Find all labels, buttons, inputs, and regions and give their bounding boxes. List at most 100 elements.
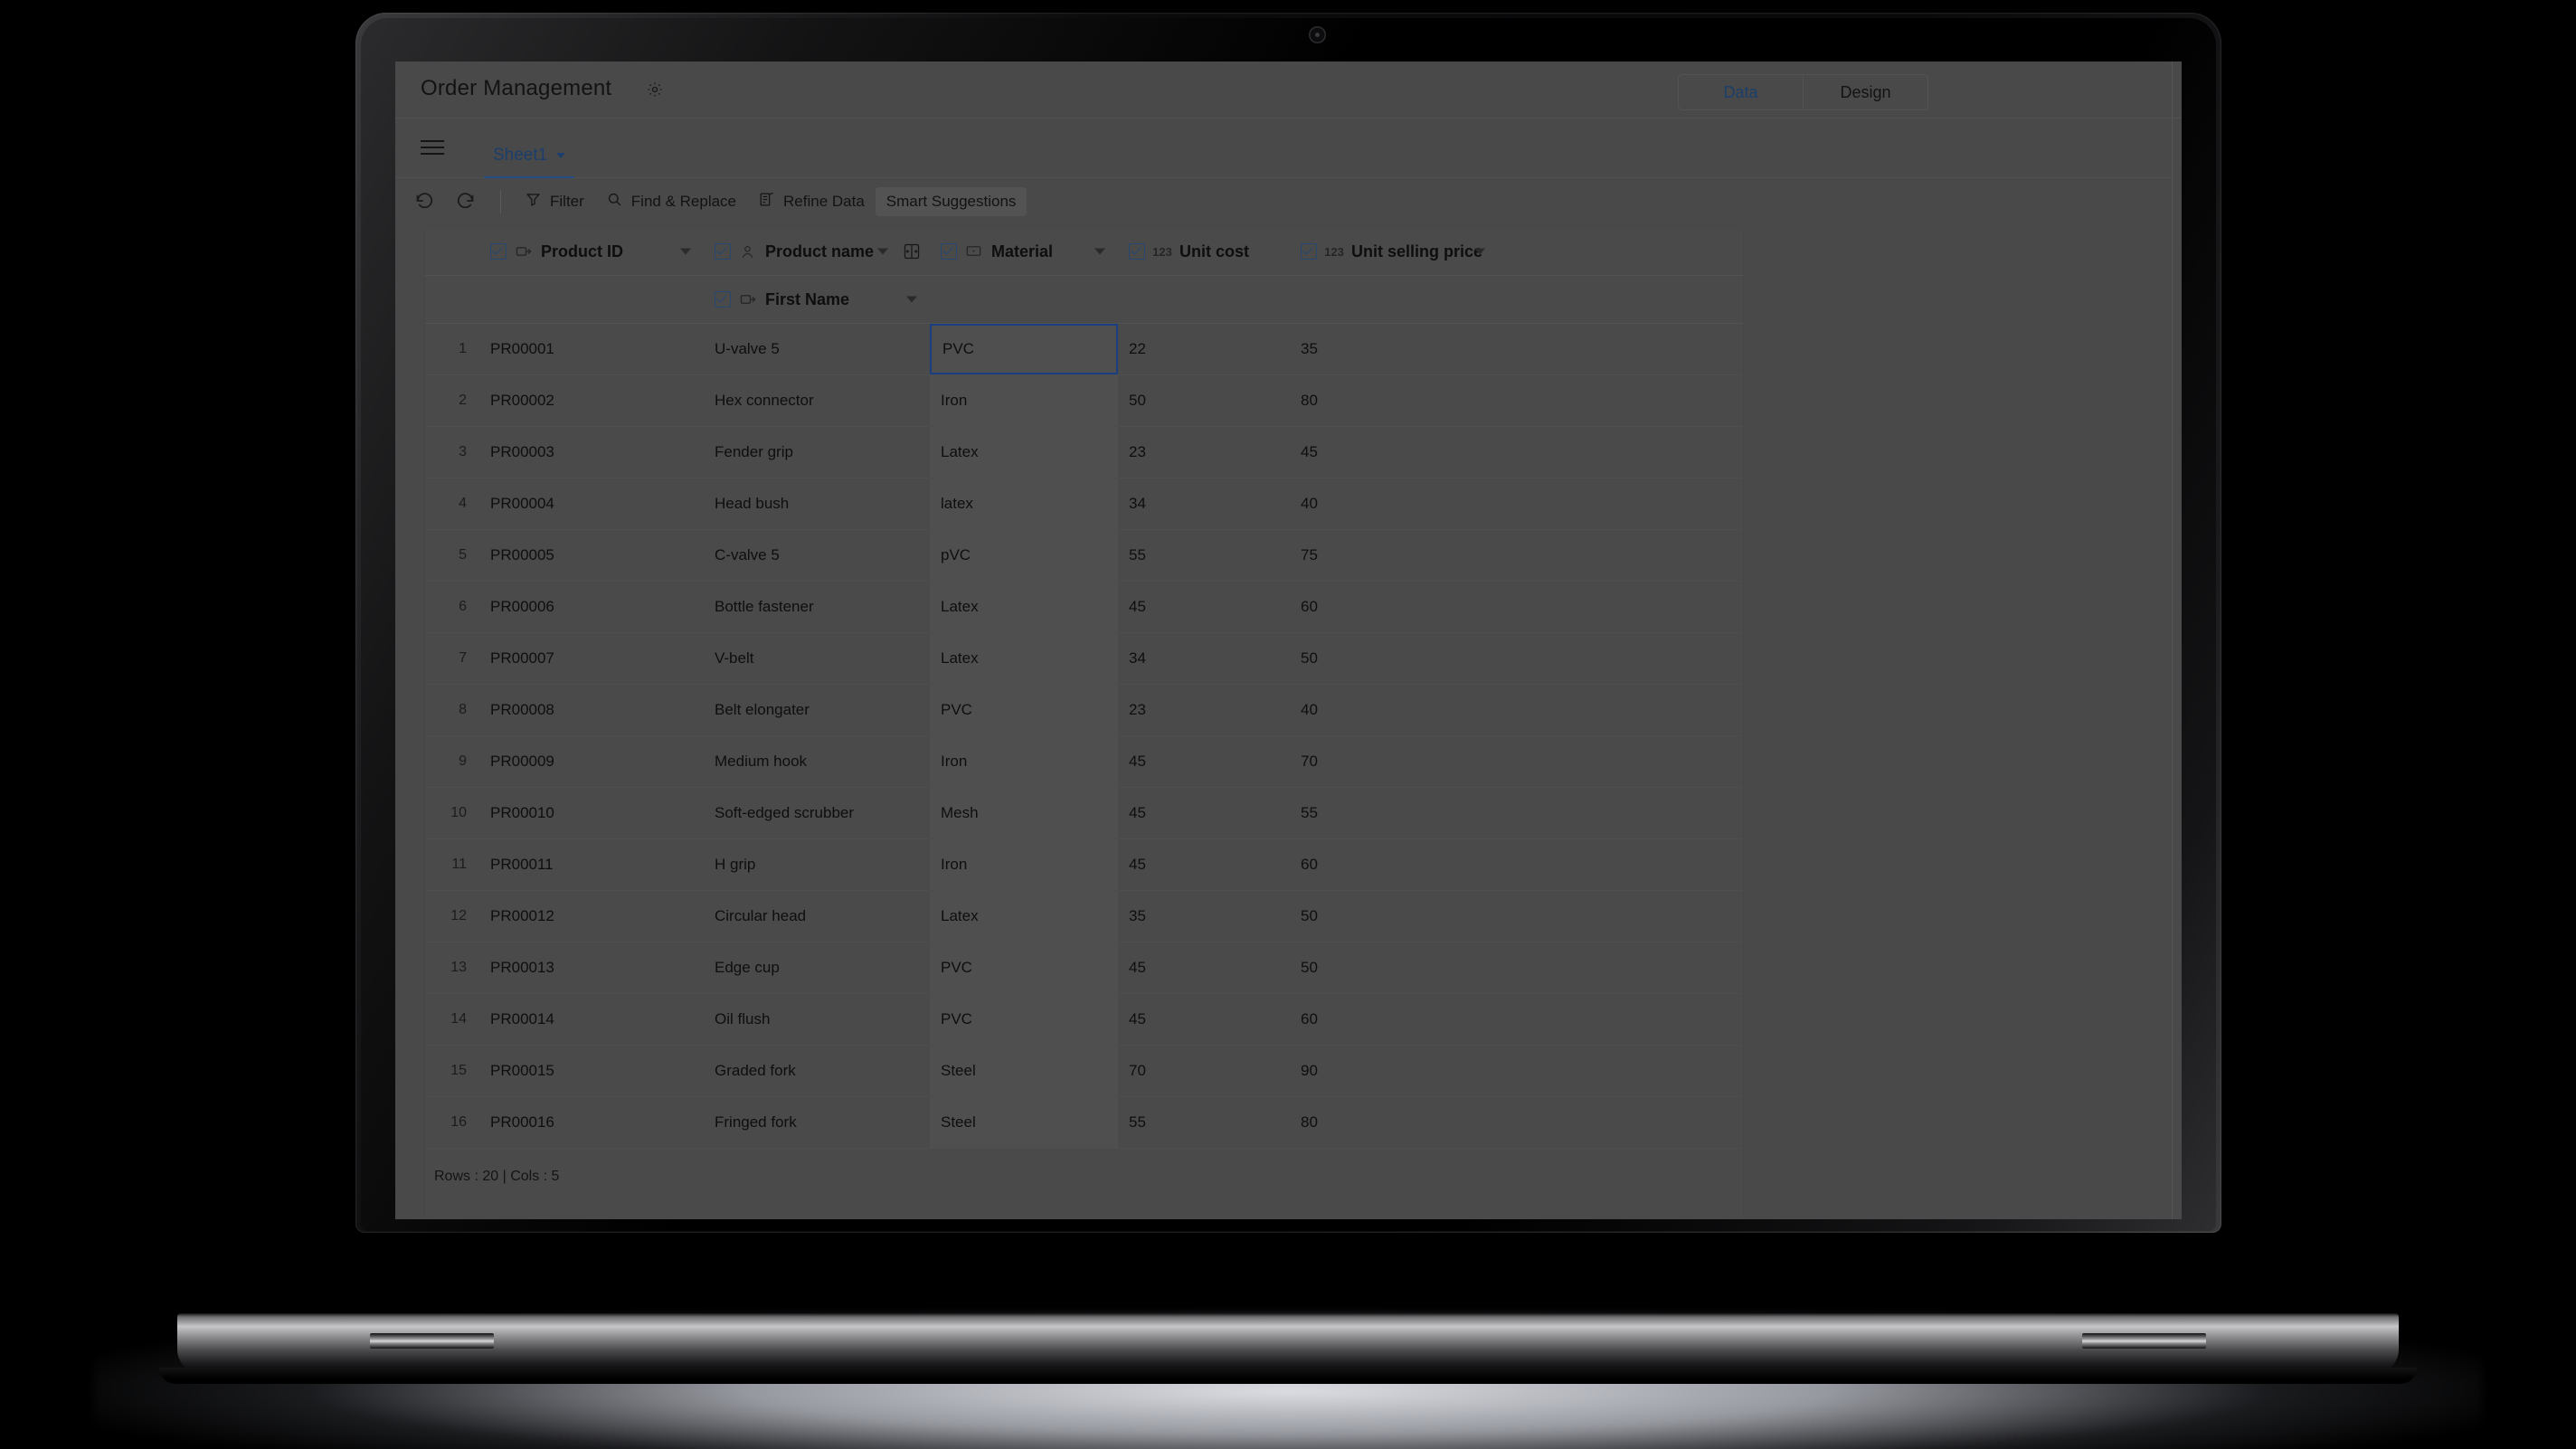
table-row[interactable]: 15PR00015Graded forkSteel7090 (425, 1046, 1743, 1097)
table-row[interactable]: 13PR00013Edge cupPVC4550 (425, 942, 1743, 994)
cell-material[interactable]: PVC (930, 994, 1118, 1045)
column-header-material[interactable]: Material (930, 228, 1118, 275)
table-row[interactable]: 7PR00007V-beltLatex3450 (425, 633, 1743, 685)
cell-unit-selling-price[interactable]: 60 (1290, 839, 1498, 890)
table-row[interactable]: 11PR00011H gripIron4560 (425, 839, 1743, 891)
cell-material[interactable]: Latex (930, 633, 1118, 684)
cell-unit-cost[interactable]: 34 (1118, 633, 1290, 684)
cell-material[interactable]: PVC (930, 324, 1118, 374)
table-row[interactable]: 5PR00005C-valve 5pVC5575 (425, 530, 1743, 582)
filter-button[interactable]: Filter (514, 185, 595, 218)
table-row[interactable]: 6PR00006Bottle fastenerLatex4560 (425, 582, 1743, 633)
chevron-down-icon[interactable] (1094, 249, 1105, 255)
cell-product-id[interactable]: PR00012 (479, 891, 704, 942)
cell-unit-selling-price[interactable]: 35 (1290, 324, 1498, 374)
cell-material[interactable]: Iron (930, 839, 1118, 890)
cell-unit-selling-price[interactable]: 80 (1290, 1097, 1498, 1148)
cell-unit-selling-price[interactable]: 75 (1290, 530, 1498, 581)
cell-product-name[interactable]: Edge cup (704, 942, 930, 993)
cell-unit-cost[interactable]: 45 (1118, 736, 1290, 787)
cell-unit-selling-price[interactable]: 45 (1290, 427, 1498, 478)
smart-suggestions-button[interactable]: Smart Suggestions (876, 187, 1028, 216)
cell-material[interactable]: PVC (930, 942, 1118, 993)
cell-unit-cost[interactable]: 45 (1118, 839, 1290, 890)
column-header-unit-selling-price[interactable]: 123 Unit selling price (1290, 228, 1498, 275)
column-checkbox[interactable] (1301, 243, 1317, 260)
cell-product-name[interactable]: Fender grip (704, 427, 930, 478)
cell-product-name[interactable]: Medium hook (704, 736, 930, 787)
gear-icon[interactable] (646, 80, 664, 99)
cell-unit-cost[interactable]: 35 (1118, 891, 1290, 942)
refine-data-button[interactable]: Refine Data (747, 185, 876, 218)
table-row[interactable]: 10PR00010Soft-edged scrubberMesh4555 (425, 788, 1743, 839)
cell-product-name[interactable]: U-valve 5 (704, 324, 930, 374)
column-subheader-first-name[interactable]: First Name (704, 276, 930, 323)
cell-product-id[interactable]: PR00014 (479, 994, 704, 1045)
column-checkbox[interactable] (1129, 243, 1145, 260)
cell-product-name[interactable]: Head bush (704, 478, 930, 529)
cell-unit-selling-price[interactable]: 40 (1290, 478, 1498, 529)
cell-unit-selling-price[interactable]: 50 (1290, 633, 1498, 684)
column-header-product-id[interactable]: Product ID (479, 228, 704, 275)
cell-material[interactable]: Steel (930, 1046, 1118, 1096)
cell-unit-cost[interactable]: 55 (1118, 1097, 1290, 1148)
table-row[interactable]: 9PR00009Medium hookIron4570 (425, 736, 1743, 788)
cell-material[interactable]: latex (930, 478, 1118, 529)
cell-product-name[interactable]: C-valve 5 (704, 530, 930, 581)
table-row[interactable]: 12PR00012Circular headLatex3550 (425, 891, 1743, 942)
cell-material[interactable]: Latex (930, 427, 1118, 478)
cell-product-name[interactable]: Graded fork (704, 1046, 930, 1096)
column-header-product-name[interactable]: Product name (704, 228, 930, 275)
cell-unit-cost[interactable]: 45 (1118, 942, 1290, 993)
cell-unit-selling-price[interactable]: 40 (1290, 685, 1498, 735)
column-checkbox[interactable] (941, 243, 957, 260)
cell-product-id[interactable]: PR00015 (479, 1046, 704, 1096)
cell-product-id[interactable]: PR00009 (479, 736, 704, 787)
cell-unit-cost[interactable]: 23 (1118, 685, 1290, 735)
cell-product-name[interactable]: Circular head (704, 891, 930, 942)
cell-unit-cost[interactable]: 34 (1118, 478, 1290, 529)
table-row[interactable]: 4PR00004Head bushlatex3440 (425, 478, 1743, 530)
cell-unit-selling-price[interactable]: 60 (1290, 582, 1498, 632)
cell-material[interactable]: Latex (930, 582, 1118, 632)
cell-unit-selling-price[interactable]: 80 (1290, 375, 1498, 426)
cell-product-name[interactable]: Belt elongater (704, 685, 930, 735)
column-checkbox[interactable] (715, 291, 731, 308)
column-checkbox[interactable] (715, 243, 731, 260)
sheet-tab-sheet1[interactable]: Sheet1 (484, 135, 574, 178)
cell-material[interactable]: Iron (930, 736, 1118, 787)
column-header-unit-cost[interactable]: 123 Unit cost (1118, 228, 1290, 275)
cell-product-name[interactable]: Hex connector (704, 375, 930, 426)
cell-unit-cost[interactable]: 55 (1118, 530, 1290, 581)
cell-product-name[interactable]: V-belt (704, 633, 930, 684)
cell-unit-cost[interactable]: 23 (1118, 427, 1290, 478)
cell-product-id[interactable]: PR00011 (479, 839, 704, 890)
cell-product-id[interactable]: PR00008 (479, 685, 704, 735)
cell-product-name[interactable]: Soft-edged scrubber (704, 788, 930, 838)
cell-product-id[interactable]: PR00007 (479, 633, 704, 684)
undo-icon[interactable] (412, 188, 439, 215)
table-row[interactable]: 3PR00003Fender gripLatex2345 (425, 427, 1743, 478)
cell-product-id[interactable]: PR00005 (479, 530, 704, 581)
cell-unit-selling-price[interactable]: 90 (1290, 1046, 1498, 1096)
cell-product-id[interactable]: PR00010 (479, 788, 704, 838)
cell-material[interactable]: Iron (930, 375, 1118, 426)
chevron-down-icon[interactable] (877, 249, 888, 255)
table-row[interactable]: 1PR00001U-valve 5PVC2235 (425, 324, 1743, 375)
cell-material[interactable]: PVC (930, 685, 1118, 735)
table-row[interactable]: 16PR00016Fringed forkSteel5580 (425, 1097, 1743, 1149)
table-row[interactable]: 14PR00014Oil flushPVC4560 (425, 994, 1743, 1046)
cell-unit-cost[interactable]: 45 (1118, 994, 1290, 1045)
chevron-down-icon[interactable] (906, 297, 917, 303)
chevron-down-icon[interactable] (1474, 249, 1485, 255)
cell-unit-cost[interactable]: 70 (1118, 1046, 1290, 1096)
split-column-icon[interactable] (903, 242, 921, 260)
cell-material[interactable]: Latex (930, 891, 1118, 942)
chevron-down-icon[interactable] (680, 249, 691, 255)
cell-unit-cost[interactable]: 45 (1118, 788, 1290, 838)
cell-unit-cost[interactable]: 22 (1118, 324, 1290, 374)
cell-unit-selling-price[interactable]: 50 (1290, 891, 1498, 942)
table-row[interactable]: 8PR00008Belt elongaterPVC2340 (425, 685, 1743, 736)
cell-product-id[interactable]: PR00003 (479, 427, 704, 478)
cell-product-name[interactable]: Oil flush (704, 994, 930, 1045)
